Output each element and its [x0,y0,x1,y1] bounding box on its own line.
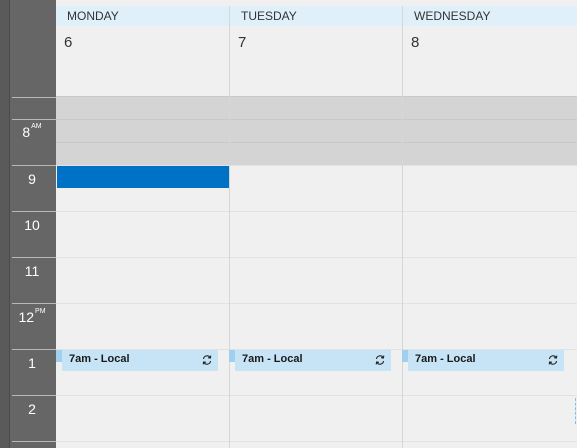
day-number-wednesday[interactable]: 8 [411,34,419,51]
slot-divider [56,303,577,304]
hour-divider [12,303,56,304]
event-tuesday[interactable]: 7am - Local [229,350,391,371]
slot-divider [56,119,577,120]
day-header-monday[interactable]: MONDAY [56,6,229,26]
hour-label-1: 1 [28,355,36,371]
event-wednesday[interactable]: 7am - Local [402,350,564,371]
day-number-tuesday[interactable]: 7 [238,34,246,51]
hour-divider [12,395,56,396]
slot-divider [56,211,577,212]
hour-divider [12,441,56,442]
event-monday[interactable]: 7am - Local [56,350,218,371]
hour-divider [12,211,56,212]
hour-label-2: 2 [28,401,36,417]
hour-label-9: 9 [28,171,36,187]
hour-divider [12,97,56,98]
recurring-icon [375,355,385,365]
hour-divider [12,257,56,258]
day-header-tuesday[interactable]: TUESDAY [230,6,402,26]
recurring-icon [202,355,212,365]
hour-label-11: 11 [24,263,40,279]
event-title: 7am - Local [415,353,476,365]
column-divider [402,6,403,448]
event-title: 7am - Local [242,353,303,365]
slot-divider [56,441,577,442]
slot-divider [56,142,577,143]
hour-label-10: 10 [24,217,40,233]
slot-divider [56,257,577,258]
day-header-wednesday[interactable]: WEDNESDAY [403,6,577,26]
hour-divider [12,349,56,350]
hour-label-12pm: 12PM [18,308,46,325]
day-number-monday[interactable]: 6 [64,34,72,51]
calendar-grid[interactable]: MONDAY TUESDAY WEDNESDAY 6 7 8 7am - Loc… [56,0,577,448]
hour-divider [12,119,56,120]
recurring-icon [548,355,558,365]
column-divider [229,6,230,448]
event-title: 7am - Local [69,353,130,365]
hour-label-8am: 8AM [22,123,42,140]
slot-divider [56,395,577,396]
hour-divider [12,165,56,166]
selected-time-slot[interactable] [57,166,229,188]
off-hours-block[interactable] [56,97,577,165]
